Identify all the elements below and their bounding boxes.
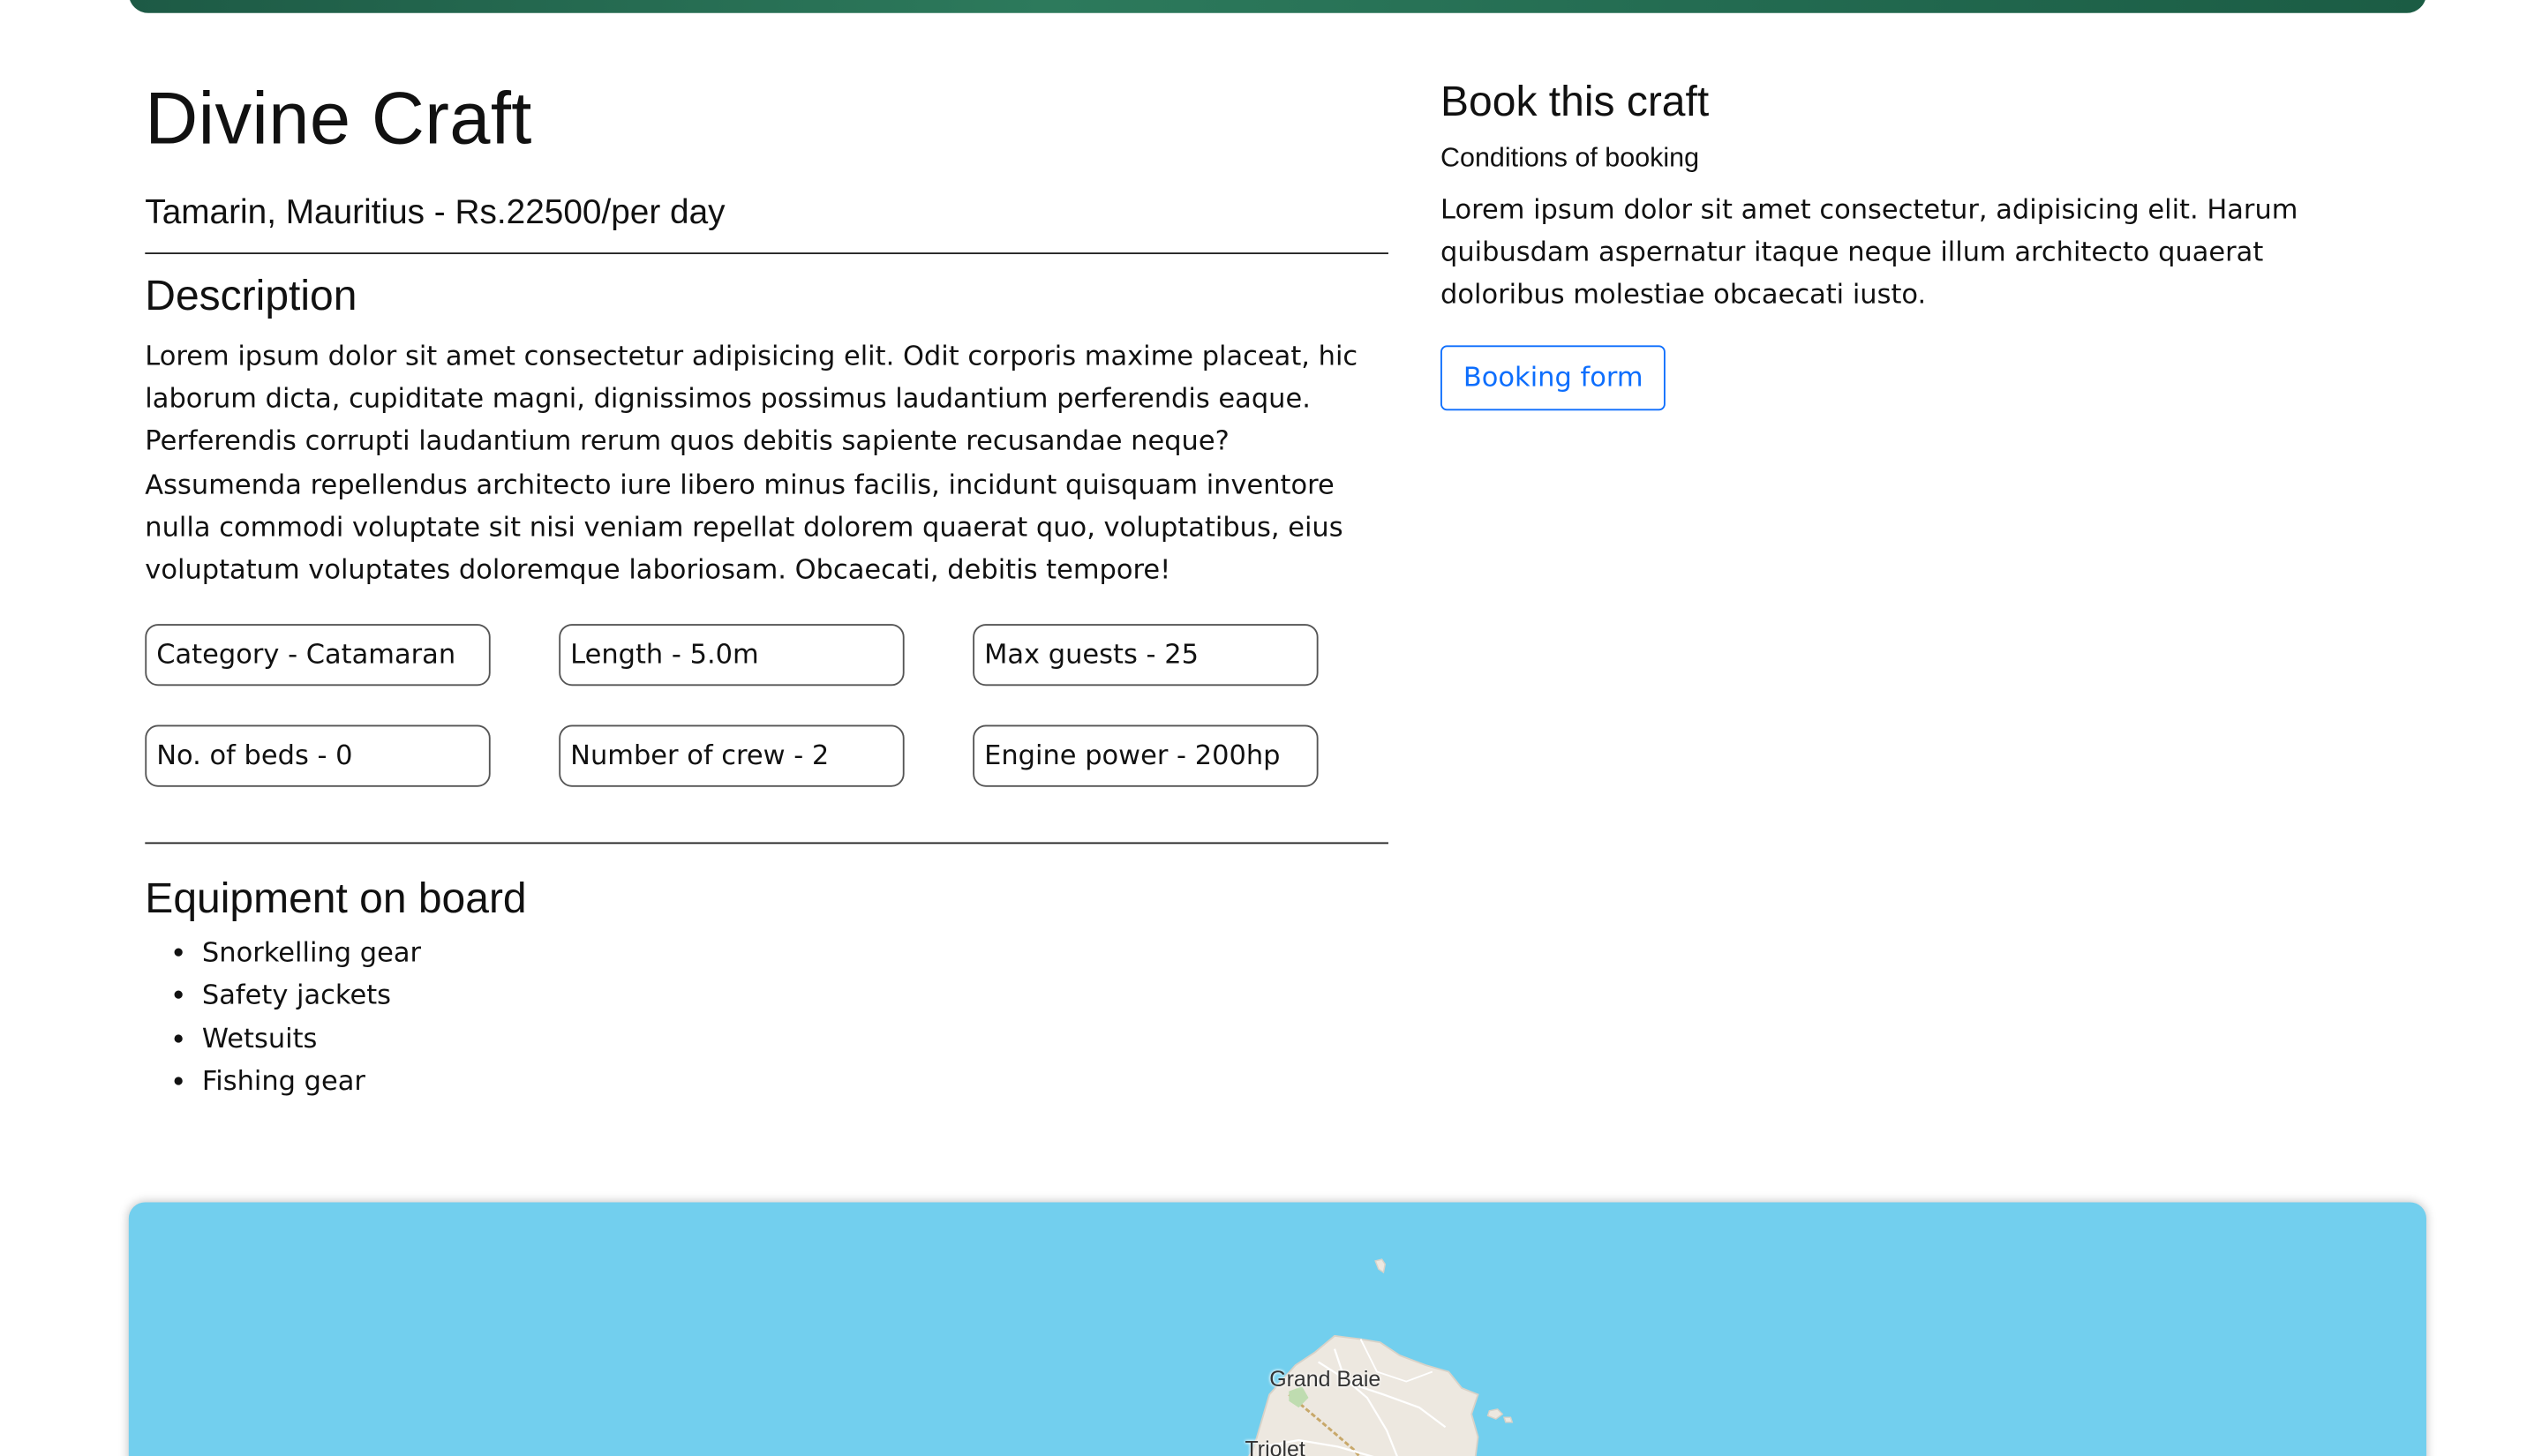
booking-heading: Book this craft [1440, 76, 1710, 126]
spec-length: Length - 5.0m [559, 624, 905, 687]
booking-conditions-heading: Conditions of booking [1440, 143, 1700, 173]
spec-crew: Number of crew - 2 [559, 724, 905, 788]
craft-detail-page: Divine Craft Tamarin, Mauritius - Rs.225… [0, 0, 2542, 1456]
spec-max-guests: Max guests - 25 [973, 624, 1319, 687]
map-label-triolet: Triolet [1245, 1437, 1305, 1456]
equipment-list: Snorkelling gear Safety jackets Wetsuits… [145, 932, 1388, 1103]
divider [145, 842, 1388, 844]
map-canvas [1248, 1258, 1514, 1456]
page-title: Divine Craft [145, 76, 532, 160]
spec-category: Category - Catamaran [145, 624, 491, 687]
craft-info: Divine Craft Tamarin, Mauritius - Rs.225… [145, 71, 1388, 1103]
booking-conditions-text: Lorem ipsum dolor sit amet consectetur, … [1440, 193, 2298, 311]
equipment-item: Fishing gear [202, 1061, 1388, 1103]
specs-grid: Category - Catamaran Length - 5.0m Max g… [145, 624, 1388, 790]
description-heading: Description [145, 270, 357, 319]
spec-beds: No. of beds - 0 [145, 724, 491, 788]
description-text: Lorem ipsum dolor sit amet consectetur a… [145, 340, 1358, 585]
location-map[interactable]: Grand Baie Triolet [128, 1202, 2426, 1456]
hero-image [128, 0, 2426, 13]
islet-shape [1503, 1416, 1514, 1423]
divider [145, 252, 1388, 255]
equipment-item: Wetsuits [202, 1017, 1388, 1060]
islet-shape [1486, 1408, 1504, 1420]
booking-form-button[interactable]: Booking form [1440, 344, 1666, 410]
islet-shape [1374, 1258, 1387, 1274]
equipment-item: Snorkelling gear [202, 932, 1388, 974]
equipment-heading: Equipment on board [145, 873, 527, 923]
spec-engine-power: Engine power - 200hp [973, 724, 1319, 788]
location-price: Tamarin, Mauritius - Rs.22500/per day [145, 193, 726, 232]
equipment-item: Safety jackets [202, 975, 1388, 1017]
booking-panel: Book this craft Conditions of booking Lo… [1440, 71, 2353, 410]
map-label-grand-baie: Grand Baie [1269, 1366, 1381, 1392]
